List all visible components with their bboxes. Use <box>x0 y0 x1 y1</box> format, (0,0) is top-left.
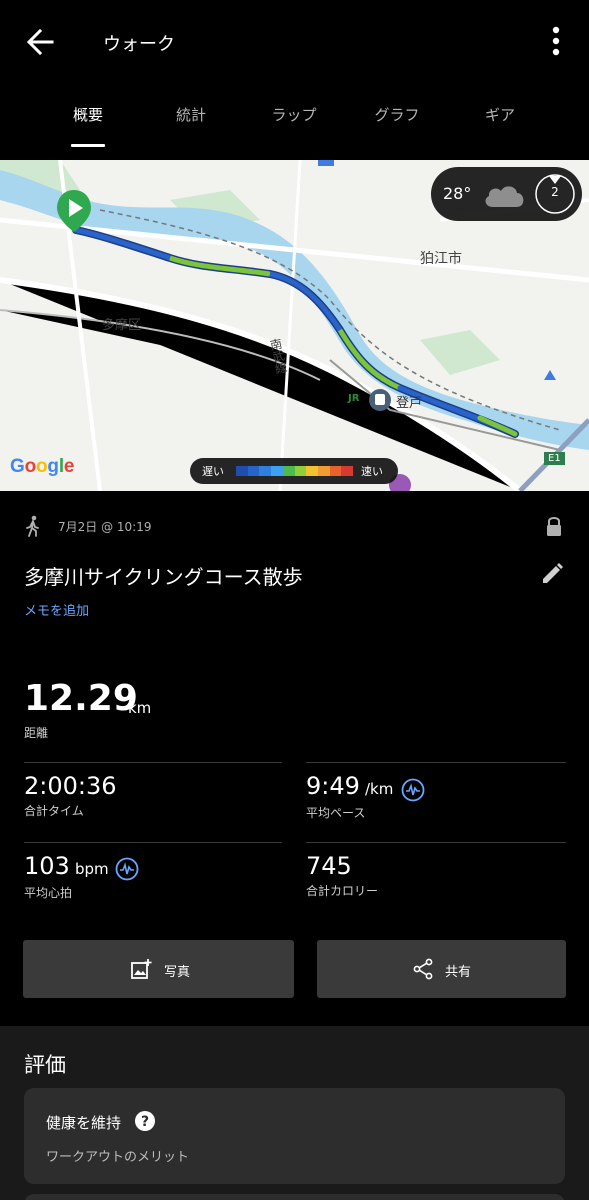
activity-date: 7月2日 @ 10:19 <box>58 520 152 534</box>
legend-color-segment <box>329 466 342 476</box>
legend-color-bar <box>236 466 354 476</box>
distance-unit: km <box>128 699 152 717</box>
benefit-card-subtitle: ワークアウトのメリット <box>46 1150 190 1165</box>
walk-icon <box>24 515 42 537</box>
map-label-noborito: 登戸 <box>396 396 423 411</box>
active-tab-indicator <box>71 144 105 147</box>
benefit-card-title: 健康を維持 <box>46 1114 122 1132</box>
avg-hr-label: 平均心拍 <box>24 886 73 900</box>
share-button[interactable]: 共有 <box>317 940 566 998</box>
legend-color-segment <box>317 466 330 476</box>
map-label-e1: E1 <box>544 452 565 465</box>
distance-label: 距離 <box>24 726 49 740</box>
share-label: 共有 <box>445 965 472 980</box>
svg-text:?: ? <box>141 1114 149 1130</box>
tab-gear[interactable]: ギア <box>460 104 540 125</box>
legend-color-segment <box>294 466 307 476</box>
legend-slow-label: 遅い <box>202 465 224 478</box>
legend-color-segment <box>259 466 272 476</box>
divider <box>24 842 282 843</box>
page-title: ウォーク <box>103 34 175 55</box>
legend-fast-label: 速い <box>361 465 383 478</box>
tab-laps[interactable]: ラップ <box>254 104 334 125</box>
tab-graph[interactable]: グラフ <box>357 104 437 125</box>
rating-section-title: 評価 <box>24 1053 66 1077</box>
wind-speed: 2 <box>551 185 559 199</box>
add-photo-label: 写真 <box>164 965 191 980</box>
lock-icon[interactable] <box>545 515 563 537</box>
activity-meta: 7月2日 @ 10:19 <box>24 515 565 537</box>
add-photo-icon <box>130 958 152 980</box>
total-time-label: 合計タイム <box>24 804 84 818</box>
more-options-icon[interactable] <box>546 24 566 58</box>
divider <box>306 842 566 843</box>
tab-stats[interactable]: 統計 <box>151 104 231 125</box>
pace-legend: 遅い 速い <box>190 458 398 484</box>
legend-color-segment <box>282 466 295 476</box>
calories-label: 合計カロリー <box>306 884 379 898</box>
calories-value: 745 <box>306 852 352 880</box>
back-arrow-icon[interactable] <box>22 24 58 60</box>
rating-section: 評価 健康を維持 ? ワークアウトのメリット <box>0 1026 589 1200</box>
map-label-tama: 多摩区 <box>102 318 142 333</box>
google-logo: Google <box>10 456 75 477</box>
add-photo-button[interactable]: 写真 <box>23 940 294 998</box>
help-icon[interactable]: ? <box>134 1110 156 1132</box>
share-icon <box>412 958 434 980</box>
cloud-icon <box>481 181 527 209</box>
add-memo-link[interactable]: メモを追加 <box>24 600 89 619</box>
distance-value: 12.29 <box>24 678 138 719</box>
divider <box>24 762 282 763</box>
map-label-jr: JR <box>348 393 360 404</box>
map-label-komae: 狛江市 <box>420 251 462 267</box>
benefit-card[interactable]: 健康を維持 ? ワークアウトのメリット <box>24 1088 565 1184</box>
avg-hr-unit: bpm <box>75 860 109 878</box>
weather-badge: 28° 2 <box>431 167 582 221</box>
legend-color-segment <box>271 466 283 476</box>
pace-zone-icon[interactable] <box>401 778 425 802</box>
legend-color-segment <box>236 466 248 476</box>
total-time-value: 2:00:36 <box>24 772 117 800</box>
workout-name: 多摩川サイクリングコース散歩 <box>24 565 303 589</box>
legend-color-segment <box>247 466 260 476</box>
avg-pace-unit: /km <box>365 780 394 798</box>
weather-temperature: 28° <box>443 184 472 203</box>
tab-overview[interactable]: 概要 <box>48 104 128 125</box>
top-app-bar: ウォーク <box>0 0 589 82</box>
route-map[interactable]: 狛江市 多摩区 南武線 JR 登戸 E1 28° 2 Google 遅い 速い <box>0 160 589 491</box>
heart-rate-zone-icon[interactable] <box>115 857 139 881</box>
legend-color-segment <box>341 466 354 476</box>
legend-color-segment <box>306 466 318 476</box>
pencil-icon[interactable] <box>540 562 564 586</box>
avg-pace-value: 9:49 <box>306 772 360 800</box>
divider <box>306 762 566 763</box>
next-card-partial <box>24 1194 565 1200</box>
avg-hr-value: 103 <box>24 852 70 880</box>
tab-bar: 概要 統計 ラップ グラフ ギア <box>0 96 589 152</box>
avg-pace-label: 平均ペース <box>306 806 366 820</box>
